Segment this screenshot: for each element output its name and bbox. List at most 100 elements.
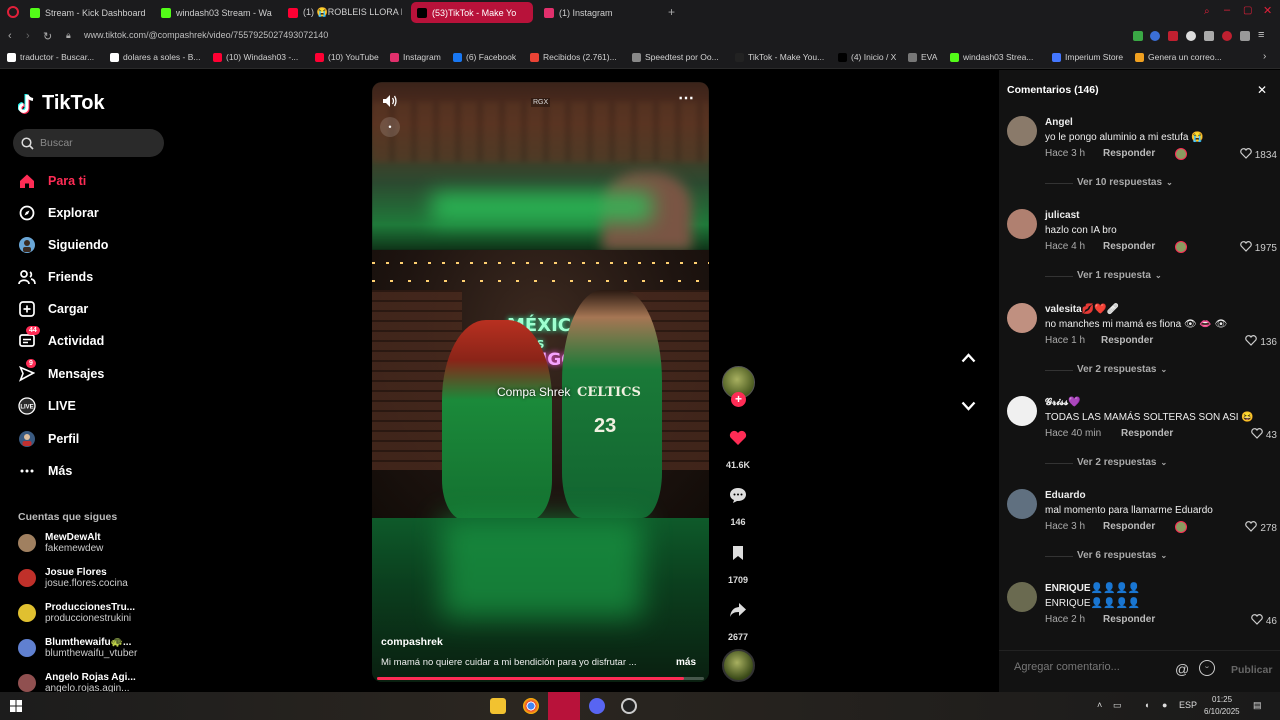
- commenter-name[interactable]: 𝓖𝓻𝓲𝓼𝓼💜: [1045, 397, 1081, 408]
- menu-icon[interactable]: ≡: [1258, 29, 1264, 41]
- commenter-avatar[interactable]: [1007, 209, 1037, 239]
- chrome-icon[interactable]: [523, 698, 539, 714]
- more-bookmarks-icon[interactable]: ›: [1263, 51, 1266, 62]
- sidebar-nav-item[interactable]: Para ti: [18, 170, 86, 192]
- mention-icon[interactable]: @: [1175, 661, 1189, 677]
- view-replies-button[interactable]: Ver 2 respuestas ⌄: [1077, 457, 1167, 468]
- obs-icon[interactable]: [621, 698, 637, 714]
- bookmark-item[interactable]: traductor - Buscar...: [7, 52, 94, 62]
- commenter-name[interactable]: Eduardo: [1045, 490, 1086, 501]
- commenter-avatar[interactable]: [1007, 303, 1037, 333]
- bookmark-item[interactable]: Speedtest por Oo...: [632, 52, 719, 62]
- follow-button[interactable]: +: [731, 392, 746, 407]
- commenter-name[interactable]: Angel: [1045, 117, 1073, 128]
- file-explorer-icon[interactable]: [490, 698, 506, 714]
- comment-like[interactable]: 278: [1245, 521, 1277, 535]
- followed-account[interactable]: Josue Flores josue.flores.cocina: [18, 567, 128, 589]
- sidebar-nav-item[interactable]: Siguiendo: [18, 234, 108, 256]
- bookmark-item[interactable]: (10) YouTube: [315, 52, 379, 62]
- emoji-icon[interactable]: ᵕ: [1199, 660, 1215, 676]
- share-icon[interactable]: [729, 602, 747, 618]
- reply-button[interactable]: Responder: [1103, 614, 1155, 625]
- commenter-avatar[interactable]: [1007, 396, 1037, 426]
- sidebar-nav-item[interactable]: LIVE LIVE: [18, 395, 76, 417]
- tiktok-logo[interactable]: TikTok: [18, 92, 105, 115]
- browser-tab[interactable]: (1) 😭ROBLEIS LLORA EN: [282, 2, 408, 23]
- followed-account[interactable]: Angelo Rojas Agi... angelo.rojas.agin...: [18, 672, 136, 694]
- video-author[interactable]: compashrek: [381, 636, 443, 648]
- bookmark-item[interactable]: Genera un correo...: [1135, 52, 1222, 62]
- language-indicator[interactable]: ESP: [1179, 700, 1197, 710]
- reply-button[interactable]: Responder: [1103, 521, 1155, 532]
- commenter-name[interactable]: julicast: [1045, 210, 1079, 221]
- bookmark-item[interactable]: (4) Inicio / X: [838, 52, 896, 62]
- sidebar-nav-item[interactable]: Friends: [18, 266, 93, 288]
- followed-account[interactable]: MewDewAlt fakemewdew: [18, 532, 103, 554]
- sidebar-nav-item[interactable]: Perfil: [18, 428, 79, 450]
- bookmark-item[interactable]: Imperium Store: [1052, 52, 1123, 62]
- clock-date[interactable]: 6/10/2025: [1204, 707, 1240, 716]
- browser-tab[interactable]: Stream - Kick Dashboard: [24, 2, 152, 23]
- downloads-icon[interactable]: [1240, 31, 1250, 41]
- commenter-avatar[interactable]: [1007, 582, 1037, 612]
- music-disc-avatar[interactable]: [722, 649, 755, 682]
- search-bar[interactable]: [13, 129, 164, 157]
- bookmark-item[interactable]: EVA: [908, 52, 937, 62]
- comment-like[interactable]: 46: [1251, 614, 1277, 628]
- reload-icon[interactable]: ↻: [43, 30, 52, 43]
- opera-logo-icon[interactable]: [7, 6, 19, 18]
- bookmark-item[interactable]: Recibidos (2.761)...: [530, 52, 617, 62]
- opera-taskbar-icon[interactable]: [548, 692, 580, 720]
- minimize-window-button[interactable]: –: [1224, 4, 1230, 16]
- browser-tab[interactable]: (53)TikTok - Make Yo: [411, 2, 533, 23]
- search-tabs-icon[interactable]: ⌕: [1204, 6, 1210, 17]
- followed-account[interactable]: Blumthewaifu🐢... blumthewaifu_vtuber: [18, 637, 137, 659]
- reply-button[interactable]: Responder: [1101, 335, 1153, 346]
- sidebar-nav-item[interactable]: 44 Actividad: [18, 326, 104, 352]
- view-replies-button[interactable]: Ver 2 respuestas ⌄: [1077, 364, 1167, 375]
- comment-icon[interactable]: [729, 487, 747, 504]
- discord-icon[interactable]: [589, 698, 605, 714]
- comment-like[interactable]: 136: [1245, 335, 1277, 349]
- tray-mic-icon[interactable]: ●: [1162, 700, 1167, 710]
- url-field[interactable]: www.tiktok.com/@compashrek/video/7557925…: [84, 30, 328, 40]
- tray-network-icon[interactable]: ▭: [1113, 700, 1122, 711]
- more-options-icon[interactable]: ⋯: [678, 88, 695, 108]
- close-comments-icon[interactable]: ✕: [1257, 83, 1267, 97]
- commenter-name[interactable]: ENRIQUE👤👤👤👤: [1045, 583, 1140, 594]
- shield-extension-icon[interactable]: [1168, 31, 1178, 41]
- bookmark-item[interactable]: windash03 Strea...: [950, 52, 1033, 62]
- commenter-name[interactable]: valesita💋❤️🩹: [1045, 304, 1119, 315]
- bookmark-item[interactable]: (6) Facebook: [453, 52, 516, 62]
- bookmark-item[interactable]: (10) Windash03 -...: [213, 52, 298, 62]
- caption-more-link[interactable]: más: [676, 657, 696, 668]
- tray-chevron-icon[interactable]: ˄: [1097, 700, 1102, 710]
- comment-like[interactable]: 1975: [1239, 241, 1277, 255]
- maximize-window-button[interactable]: ▢: [1243, 5, 1252, 16]
- commenter-avatar[interactable]: [1007, 116, 1037, 146]
- bookmark-item[interactable]: TikTok - Make You...: [735, 52, 824, 62]
- bookmark-item[interactable]: dolares a soles - B...: [110, 52, 200, 62]
- sidebar-nav-item[interactable]: 9 Mensajes: [18, 359, 104, 385]
- bookmark-icon[interactable]: [731, 545, 745, 561]
- clock-time[interactable]: 01:25: [1212, 695, 1232, 704]
- browser-tab[interactable]: (1) Instagram: [538, 2, 650, 23]
- audio-extension-icon[interactable]: [1150, 31, 1160, 41]
- reply-button[interactable]: Responder: [1121, 428, 1173, 439]
- sidebar-nav-item[interactable]: Más: [18, 460, 72, 482]
- view-replies-button[interactable]: Ver 6 respuestas ⌄: [1077, 550, 1167, 561]
- forward-icon[interactable]: ›: [26, 30, 30, 42]
- video-progress-bar[interactable]: [377, 677, 704, 680]
- video-player[interactable]: MÉXICO ES CHINGÓN CELTICS 23 Compa Shrek…: [372, 82, 709, 682]
- notifications-icon[interactable]: ▤: [1253, 700, 1262, 711]
- comment-like[interactable]: 1834: [1239, 148, 1277, 162]
- back-icon[interactable]: ‹: [8, 30, 12, 42]
- sidebar-nav-item[interactable]: Cargar: [18, 298, 88, 320]
- windows-start-icon[interactable]: [10, 700, 22, 712]
- commenter-avatar[interactable]: [1007, 489, 1037, 519]
- reply-button[interactable]: Responder: [1103, 241, 1155, 252]
- download-extension-icon[interactable]: [1133, 31, 1143, 41]
- close-window-button[interactable]: ✕: [1263, 4, 1272, 17]
- search-input[interactable]: [40, 137, 150, 149]
- post-comment-button[interactable]: Publicar: [1231, 664, 1272, 676]
